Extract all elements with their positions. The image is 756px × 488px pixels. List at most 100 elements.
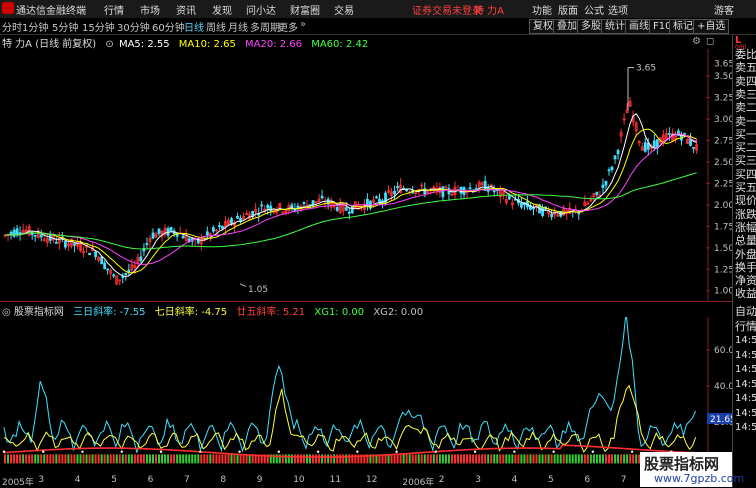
signal-bar bbox=[239, 454, 242, 464]
menu-guest[interactable]: 游客 bbox=[714, 2, 734, 17]
signal-bar bbox=[493, 454, 496, 464]
candle-body bbox=[474, 188, 478, 191]
signal-bar bbox=[37, 454, 40, 464]
candle-body bbox=[610, 166, 614, 170]
quote-side-panel: L 000 委比 卖五 卖四 卖三 卖二 卖一 买一 买二 买三 买四 买五 现价 涨跌 涨幅 总量 外盘 换手… bbox=[732, 35, 756, 487]
menu-options[interactable]: 选项 bbox=[608, 2, 628, 17]
signal-bar bbox=[469, 454, 472, 464]
signal-bar bbox=[306, 454, 308, 464]
signal-bar bbox=[580, 454, 583, 464]
tab-15min[interactable]: 15分钟 bbox=[82, 19, 115, 34]
signal-bar bbox=[218, 454, 221, 464]
tab-timeshare[interactable]: 分时 bbox=[2, 19, 22, 34]
date-tick-label: 2005年 bbox=[2, 478, 34, 488]
candle-body bbox=[689, 139, 692, 146]
slope-3day-line bbox=[3, 317, 697, 453]
signal-bar bbox=[233, 454, 236, 464]
signal-bar bbox=[121, 454, 124, 464]
login-warning[interactable]: 证券交易未登录 bbox=[412, 2, 482, 17]
tab-30min[interactable]: 30分钟 bbox=[117, 19, 150, 34]
menu-layout[interactable]: 版面 bbox=[558, 2, 578, 17]
menu-ask[interactable]: 问小达 bbox=[246, 2, 276, 17]
tab-60min[interactable]: 60分钟 bbox=[152, 19, 185, 34]
signal-dot bbox=[513, 450, 516, 453]
candle-body bbox=[668, 133, 671, 135]
menu-news[interactable]: 资讯 bbox=[176, 2, 196, 17]
signal-bar bbox=[109, 454, 112, 464]
signal-bar bbox=[496, 454, 499, 464]
menu-function[interactable]: 功能 bbox=[532, 2, 552, 17]
price-tick-label: 1.00 bbox=[714, 287, 732, 297]
candle-body bbox=[157, 228, 161, 234]
date-tick-label: 9 bbox=[256, 475, 263, 485]
date-axis: 2005年34567891011122006年2345678 bbox=[0, 475, 732, 488]
candle-body bbox=[121, 275, 125, 278]
signal-bar bbox=[453, 454, 456, 464]
tab-monthly[interactable]: 月线 bbox=[228, 19, 248, 34]
menu-wealth[interactable]: 财富圈 bbox=[290, 2, 320, 17]
tab-more[interactable]: 更多 bbox=[278, 19, 298, 34]
signal-bar bbox=[76, 454, 79, 464]
signal-bar bbox=[601, 454, 604, 464]
quote-field-label: 委比 bbox=[735, 48, 756, 61]
signal-bar bbox=[402, 454, 405, 464]
date-tick-label: 4 bbox=[74, 475, 81, 485]
signal-bar bbox=[592, 454, 595, 464]
signal-bar bbox=[562, 454, 565, 464]
tick-time: 14:50 bbox=[735, 349, 756, 361]
date-tick-label: 6 bbox=[584, 475, 591, 485]
menu-trade[interactable]: 交易 bbox=[334, 2, 354, 17]
signal-bar bbox=[438, 454, 441, 464]
quote-field-label: 收益 bbox=[735, 287, 756, 301]
menu-formula[interactable]: 公式 bbox=[584, 2, 604, 17]
date-tick-label: 8 bbox=[220, 475, 227, 485]
date-tick-label: 7 bbox=[620, 475, 627, 485]
menu-market[interactable]: 市场 bbox=[140, 2, 160, 17]
tab-multi-period[interactable]: 多周期 bbox=[250, 19, 280, 34]
price-tick-label: 2.00 bbox=[714, 201, 732, 211]
candle-body bbox=[15, 228, 19, 235]
price-tick-label: 1.50 bbox=[714, 244, 732, 254]
signal-bar bbox=[197, 454, 200, 464]
menu-discover[interactable]: 发现 bbox=[212, 2, 232, 17]
current-value-label: 21.65 bbox=[710, 415, 732, 425]
signal-bar bbox=[481, 454, 484, 464]
signal-bar bbox=[577, 454, 580, 464]
add-favorite-button[interactable]: +自选 bbox=[693, 19, 730, 34]
signal-bar bbox=[293, 454, 296, 464]
signal-bar bbox=[487, 454, 490, 464]
signal-bar bbox=[31, 454, 34, 464]
date-tick-label: 12 bbox=[366, 475, 378, 485]
indicator-chart[interactable]: 60.0040.0020.000.0021.65 bbox=[0, 317, 732, 475]
signal-bar bbox=[330, 454, 333, 464]
signal-bar bbox=[532, 454, 535, 464]
slope-7day-line bbox=[3, 384, 697, 453]
candle-body bbox=[151, 232, 155, 239]
candle-body bbox=[335, 206, 339, 211]
tab-weekly[interactable]: 周线 bbox=[206, 19, 226, 34]
signal-bar bbox=[309, 454, 312, 464]
candle-body bbox=[236, 215, 239, 219]
signal-bar bbox=[79, 454, 82, 464]
candle-body bbox=[106, 268, 110, 271]
signal-bar bbox=[514, 454, 517, 464]
tab-5min[interactable]: 5分钟 bbox=[52, 19, 78, 34]
tab-1min[interactable]: 1分钟 bbox=[22, 19, 48, 34]
signal-bar bbox=[535, 454, 538, 464]
signal-bar bbox=[623, 454, 626, 464]
signal-bar bbox=[158, 454, 161, 464]
candle-body bbox=[492, 190, 496, 193]
signal-bar bbox=[73, 454, 76, 464]
signal-dot bbox=[42, 450, 45, 453]
watermark-title: 股票指标网 bbox=[644, 455, 720, 473]
settings-gear-icon[interactable]: ⚙ bbox=[692, 36, 701, 47]
close-window-icon[interactable]: ◻ bbox=[706, 36, 714, 47]
menu-quotes[interactable]: 行情 bbox=[104, 2, 124, 17]
signal-bar bbox=[405, 454, 408, 464]
ma60-line bbox=[4, 172, 697, 250]
quote-field-label: 买二 bbox=[735, 141, 756, 155]
signal-bar bbox=[565, 454, 568, 464]
tab-daily[interactable]: 日线 bbox=[184, 19, 204, 34]
more-chevron-icon[interactable]: » bbox=[300, 19, 306, 30]
kline-chart[interactable]: 3.65 3.50 3.25 3.00 2.75 2.50 2.25 2.00 1.75 1.50… bbox=[0, 49, 732, 301]
